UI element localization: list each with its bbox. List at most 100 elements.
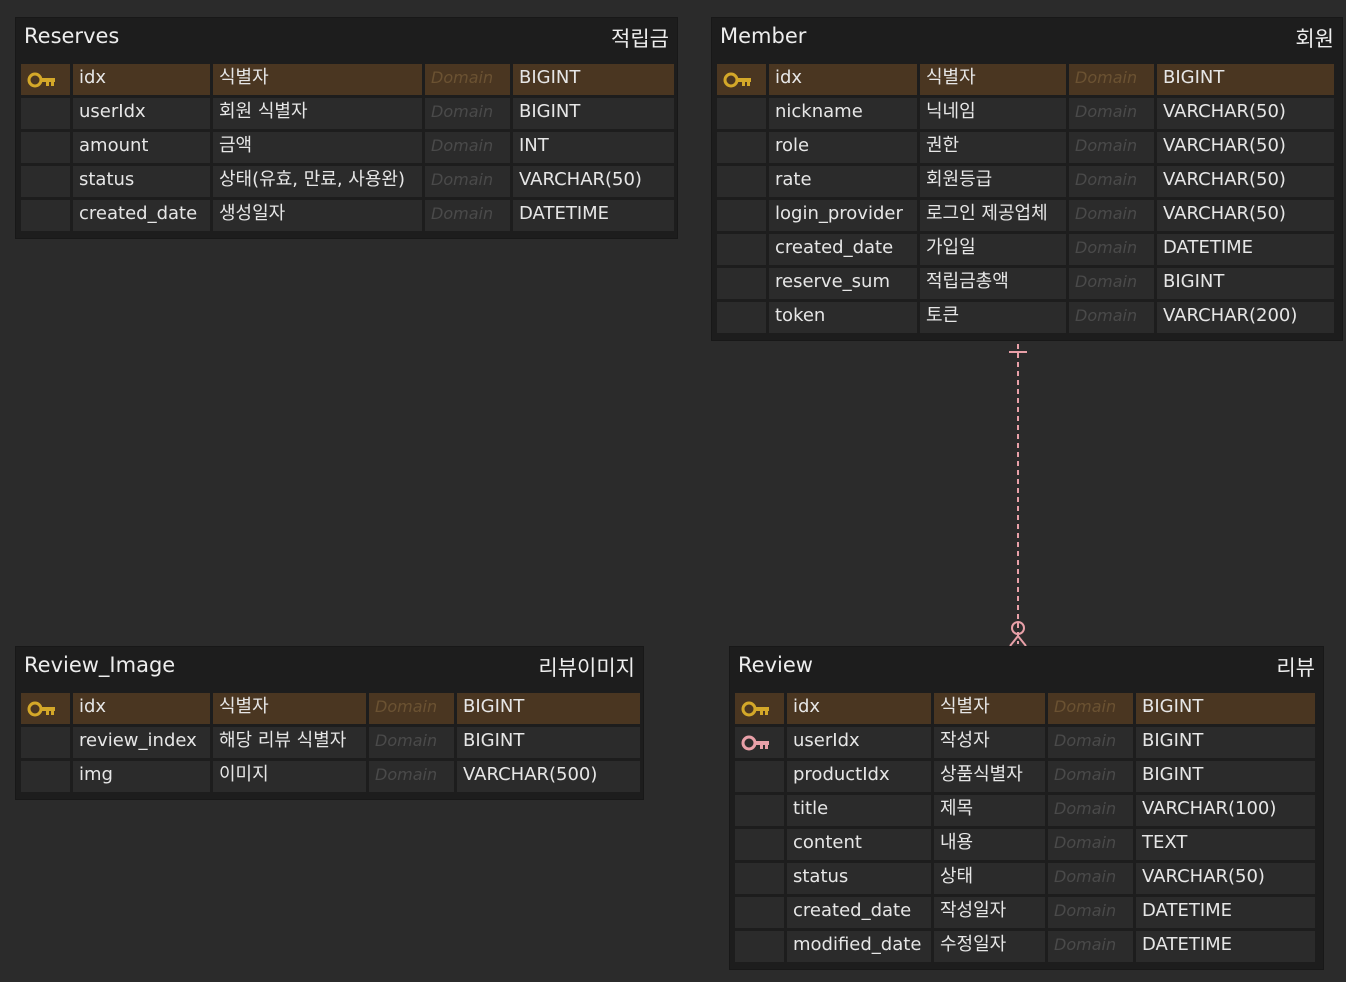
entity-header[interactable]: Review 리뷰 [730,647,1323,689]
key-icon-cell [717,234,766,265]
column-logical-name: 회원 식별자 [213,98,422,129]
key-icon-cell [717,268,766,299]
entity-header[interactable]: Review_Image 리뷰이미지 [16,647,643,689]
column-physical-name: idx [73,693,210,724]
entity-name: Member [720,24,807,48]
column-data-type: TEXT [1136,829,1315,860]
column-row[interactable]: modified_date 수정일자 Domain DATETIME [735,931,1318,965]
column-domain: Domain [1069,98,1154,129]
column-physical-name: token [769,302,917,333]
column-row[interactable]: created_date 작성일자 Domain DATETIME [735,897,1318,931]
column-domain: Domain [369,727,454,758]
key-icon-cell [735,829,784,860]
column-domain: Domain [1048,727,1133,758]
column-data-type: BIGINT [513,64,674,95]
column-row[interactable]: nickname 닉네임 Domain VARCHAR(50) [717,98,1337,132]
column-data-type: BIGINT [1136,693,1315,724]
column-row[interactable]: token 토큰 Domain VARCHAR(200) [717,302,1337,336]
key-icon-cell [21,64,70,95]
column-domain: Domain [1048,693,1133,724]
column-row[interactable]: idx 식별자 Domain BIGINT [735,693,1318,727]
column-physical-name: rate [769,166,917,197]
column-row[interactable]: userIdx 작성자 Domain BIGINT [735,727,1318,761]
column-logical-name: 해당 리뷰 식별자 [213,727,366,758]
column-row[interactable]: status 상태 Domain VARCHAR(50) [735,863,1318,897]
column-domain: Domain [1069,268,1154,299]
column-logical-name: 가입일 [920,234,1066,265]
column-data-type: VARCHAR(50) [1157,200,1334,231]
column-row[interactable]: idx 식별자 Domain BIGINT [21,693,640,727]
column-domain: Domain [369,761,454,792]
column-row[interactable]: rate 회원등급 Domain VARCHAR(50) [717,166,1337,200]
column-logical-name: 식별자 [213,64,422,95]
column-logical-name: 생성일자 [213,200,422,231]
column-physical-name: created_date [787,897,931,928]
column-logical-name: 식별자 [213,693,366,724]
column-domain: Domain [1069,200,1154,231]
column-data-type: BIGINT [1136,727,1315,758]
column-physical-name: title [787,795,931,826]
column-domain: Domain [1048,795,1133,826]
column-domain: Domain [1048,931,1133,962]
column-row[interactable]: status 상태(유효, 만료, 사용완) Domain VARCHAR(50) [21,166,674,200]
column-physical-name: reserve_sum [769,268,917,299]
column-data-type: VARCHAR(50) [1136,863,1315,894]
column-data-type: DATETIME [1136,897,1315,928]
entity-header[interactable]: Reserves 적립금 [16,18,677,60]
column-domain: Domain [1069,234,1154,265]
column-data-type: VARCHAR(200) [1157,302,1334,333]
column-row[interactable]: title 제목 Domain VARCHAR(100) [735,795,1318,829]
column-domain: Domain [369,693,454,724]
column-logical-name: 상태 [934,863,1045,894]
column-row[interactable]: idx 식별자 Domain BIGINT [717,64,1337,98]
column-physical-name: login_provider [769,200,917,231]
column-physical-name: idx [769,64,917,95]
column-domain: Domain [425,200,510,231]
key-icon-cell [21,761,70,792]
entity-review-image[interactable]: Review_Image 리뷰이미지 idx 식별자 Domain BIGINT rev… [16,647,643,799]
column-data-type: BIGINT [1136,761,1315,792]
entity-name: Reserves [24,24,120,48]
column-physical-name: idx [73,64,210,95]
key-icon-cell [717,166,766,197]
column-data-type: BIGINT [1157,268,1334,299]
column-logical-name: 금액 [213,132,422,163]
column-row[interactable]: content 내용 Domain TEXT [735,829,1318,863]
column-domain: Domain [425,64,510,95]
column-row[interactable]: review_index 해당 리뷰 식별자 Domain BIGINT [21,727,640,761]
column-row[interactable]: reserve_sum 적립금총액 Domain BIGINT [717,268,1337,302]
column-logical-name: 권한 [920,132,1066,163]
column-data-type: DATETIME [1136,931,1315,962]
column-logical-name: 작성자 [934,727,1045,758]
entity-review[interactable]: Review 리뷰 idx 식별자 Domain BIGINT userIdx 작성자 Do… [730,647,1323,969]
column-logical-name: 적립금총액 [920,268,1066,299]
column-logical-name: 로그인 제공업체 [920,200,1066,231]
key-icon-cell [717,200,766,231]
column-row[interactable]: created_date 가입일 Domain DATETIME [717,234,1337,268]
entity-reserves[interactable]: Reserves 적립금 idx 식별자 Domain BIGINT userIdx 회원… [16,18,677,238]
column-row[interactable]: role 권한 Domain VARCHAR(50) [717,132,1337,166]
key-icon-cell [21,132,70,163]
key-icon-cell [21,166,70,197]
key-icon-cell [735,897,784,928]
column-physical-name: userIdx [787,727,931,758]
column-data-type: VARCHAR(50) [1157,132,1334,163]
column-data-type: BIGINT [513,98,674,129]
column-row[interactable]: created_date 생성일자 Domain DATETIME [21,200,674,234]
entity-header[interactable]: Member 회원 [712,18,1342,60]
column-data-type: DATETIME [513,200,674,231]
column-row[interactable]: amount 금액 Domain INT [21,132,674,166]
column-domain: Domain [1048,897,1133,928]
column-physical-name: review_index [73,727,210,758]
relation-crowfoot-right [1017,635,1027,647]
column-row[interactable]: img 이미지 Domain VARCHAR(500) [21,761,640,795]
entity-name: Review_Image [24,653,176,677]
column-row[interactable]: idx 식별자 Domain BIGINT [21,64,674,98]
key-icon-cell [735,693,784,724]
column-row[interactable]: productIdx 상품식별자 Domain BIGINT [735,761,1318,795]
column-row[interactable]: userIdx 회원 식별자 Domain BIGINT [21,98,674,132]
column-row[interactable]: login_provider 로그인 제공업체 Domain VARCHAR(50) [717,200,1337,234]
column-physical-name: content [787,829,931,860]
entity-member[interactable]: Member 회원 idx 식별자 Domain BIGINT nickname 닉네임 D… [712,18,1342,340]
column-logical-name: 작성일자 [934,897,1045,928]
